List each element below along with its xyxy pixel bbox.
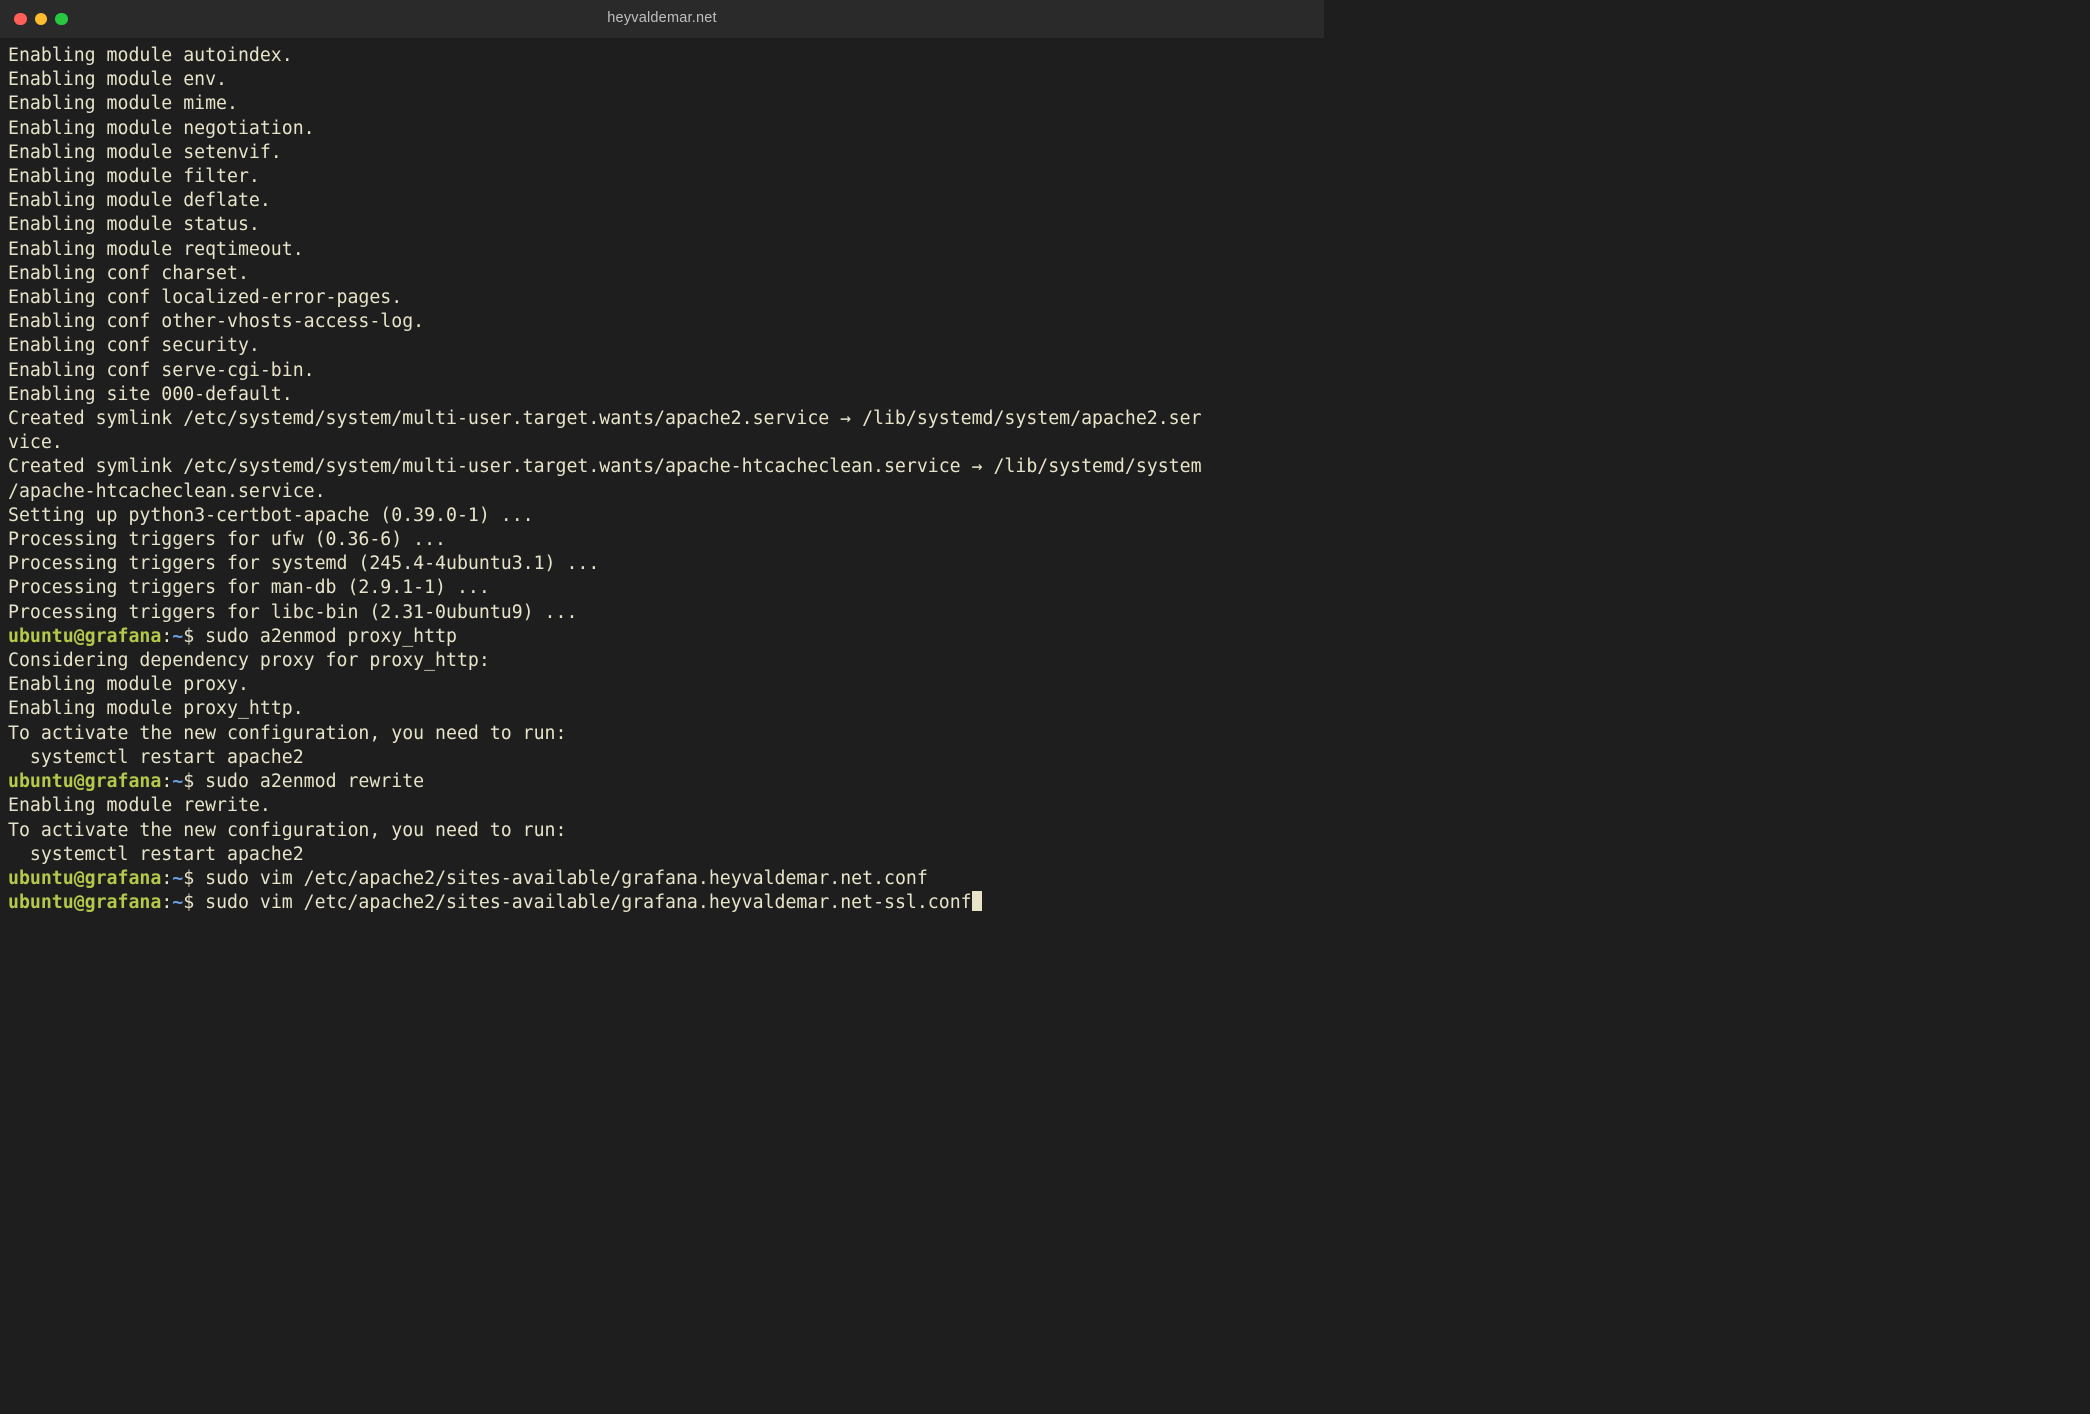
- prompt-path: ~: [172, 771, 183, 792]
- prompt-dollar: $: [183, 892, 205, 913]
- terminal-line: To activate the new configuration, you n…: [8, 819, 1316, 843]
- terminal-line: systemctl restart apache2: [8, 746, 1316, 770]
- prompt-dollar: $: [183, 771, 205, 792]
- terminal-line: Enabling module proxy_http.: [8, 697, 1316, 721]
- terminal-line: Enabling conf charset.: [8, 262, 1316, 286]
- terminal-line: Created symlink /etc/systemd/system/mult…: [8, 407, 1316, 431]
- cursor-icon: [972, 891, 982, 911]
- terminal-line: Processing triggers for man-db (2.9.1-1)…: [8, 576, 1316, 600]
- terminal-line: Processing triggers for systemd (245.4-4…: [8, 552, 1316, 576]
- terminal-line: Processing triggers for libc-bin (2.31-0…: [8, 601, 1316, 625]
- terminal-line: Processing triggers for ufw (0.36-6) ...: [8, 528, 1316, 552]
- terminal-line: To activate the new configuration, you n…: [8, 722, 1316, 746]
- terminal-line: /apache-htcacheclean.service.: [8, 480, 1316, 504]
- prompt-command: sudo a2enmod proxy_http: [205, 626, 457, 647]
- terminal-content[interactable]: Enabling module autoindex.Enabling modul…: [0, 38, 1324, 915]
- terminal-line: Enabling module filter.: [8, 165, 1316, 189]
- prompt-command: sudo a2enmod rewrite: [205, 771, 424, 792]
- terminal-line: vice.: [8, 431, 1316, 455]
- prompt-user: ubuntu@grafana: [8, 868, 161, 889]
- prompt-user: ubuntu@grafana: [8, 771, 161, 792]
- terminal-line: Created symlink /etc/systemd/system/mult…: [8, 455, 1316, 479]
- prompt-sep: :: [161, 892, 172, 913]
- terminal-line: Enabling module autoindex.: [8, 44, 1316, 68]
- terminal-line: Enabling module mime.: [8, 92, 1316, 116]
- prompt-sep: :: [161, 626, 172, 647]
- prompt-path: ~: [172, 626, 183, 647]
- terminal-line: Setting up python3-certbot-apache (0.39.…: [8, 504, 1316, 528]
- prompt-line[interactable]: ubuntu@grafana:~$ sudo a2enmod proxy_htt…: [8, 625, 1316, 649]
- prompt-line[interactable]: ubuntu@grafana:~$ sudo a2enmod rewrite: [8, 770, 1316, 794]
- window-titlebar: heyvaldemar.net: [0, 0, 1324, 38]
- terminal-line: Enabling site 000-default.: [8, 383, 1316, 407]
- prompt-line[interactable]: ubuntu@grafana:~$ sudo vim /etc/apache2/…: [8, 867, 1316, 891]
- terminal-line: Enabling module status.: [8, 213, 1316, 237]
- terminal-line: Enabling conf other-vhosts-access-log.: [8, 310, 1316, 334]
- terminal-line: Enabling module rewrite.: [8, 794, 1316, 818]
- terminal-line: Enabling conf localized-error-pages.: [8, 286, 1316, 310]
- prompt-sep: :: [161, 771, 172, 792]
- prompt-sep: :: [161, 868, 172, 889]
- terminal-line: Enabling conf serve-cgi-bin.: [8, 359, 1316, 383]
- terminal-line: systemctl restart apache2: [8, 843, 1316, 867]
- window-title: heyvaldemar.net: [0, 9, 1324, 28]
- prompt-path: ~: [172, 892, 183, 913]
- prompt-user: ubuntu@grafana: [8, 626, 161, 647]
- prompt-path: ~: [172, 868, 183, 889]
- prompt-dollar: $: [183, 626, 205, 647]
- terminal-line: Enabling module env.: [8, 68, 1316, 92]
- terminal-line: Enabling module reqtimeout.: [8, 238, 1316, 262]
- prompt-user: ubuntu@grafana: [8, 892, 161, 913]
- terminal-line: Enabling module proxy.: [8, 673, 1316, 697]
- prompt-line[interactable]: ubuntu@grafana:~$ sudo vim /etc/apache2/…: [8, 891, 1316, 915]
- terminal-line: Considering dependency proxy for proxy_h…: [8, 649, 1316, 673]
- prompt-command: sudo vim /etc/apache2/sites-available/gr…: [205, 892, 972, 913]
- terminal-line: Enabling module negotiation.: [8, 117, 1316, 141]
- prompt-command: sudo vim /etc/apache2/sites-available/gr…: [205, 868, 928, 889]
- terminal-line: Enabling module setenvif.: [8, 141, 1316, 165]
- prompt-dollar: $: [183, 868, 205, 889]
- terminal-line: Enabling conf security.: [8, 334, 1316, 358]
- terminal-line: Enabling module deflate.: [8, 189, 1316, 213]
